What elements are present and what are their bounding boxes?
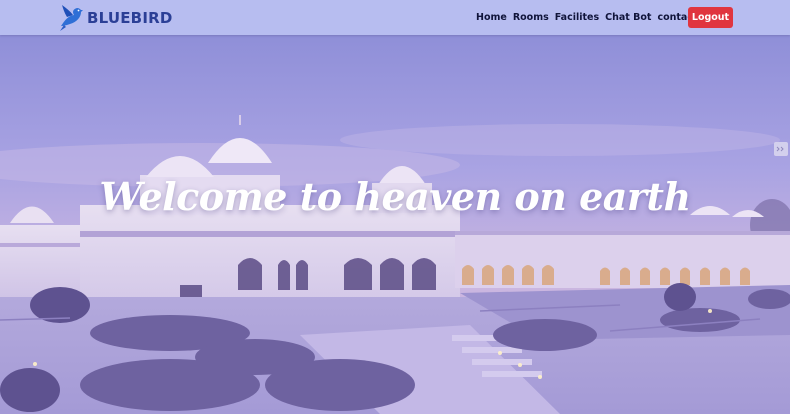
logout-button[interactable]: Logout	[688, 7, 733, 28]
brand-name: BLUEBIRD	[87, 9, 173, 27]
nav-link-chat-bot[interactable]: Chat Bot	[605, 12, 651, 23]
expand-icon	[776, 146, 784, 152]
palace-hotel-image	[0, 35, 790, 414]
nav-links: Home Rooms Facilites Chat Bot contact us	[476, 0, 713, 35]
side-scroll-tab[interactable]	[774, 142, 788, 156]
brand[interactable]: BLUEBIRD	[58, 3, 173, 33]
nav-link-facilities[interactable]: Facilites	[555, 12, 599, 23]
nav-link-home[interactable]: Home	[476, 12, 507, 23]
hero-title: Welcome to heaven on earth	[99, 174, 691, 219]
hero-section: Welcome to heaven on earth	[0, 35, 790, 414]
navbar: BLUEBIRD Home Rooms Facilites Chat Bot c…	[0, 0, 790, 35]
nav-link-rooms[interactable]: Rooms	[513, 12, 549, 23]
bluebird-logo-icon	[60, 5, 83, 31]
